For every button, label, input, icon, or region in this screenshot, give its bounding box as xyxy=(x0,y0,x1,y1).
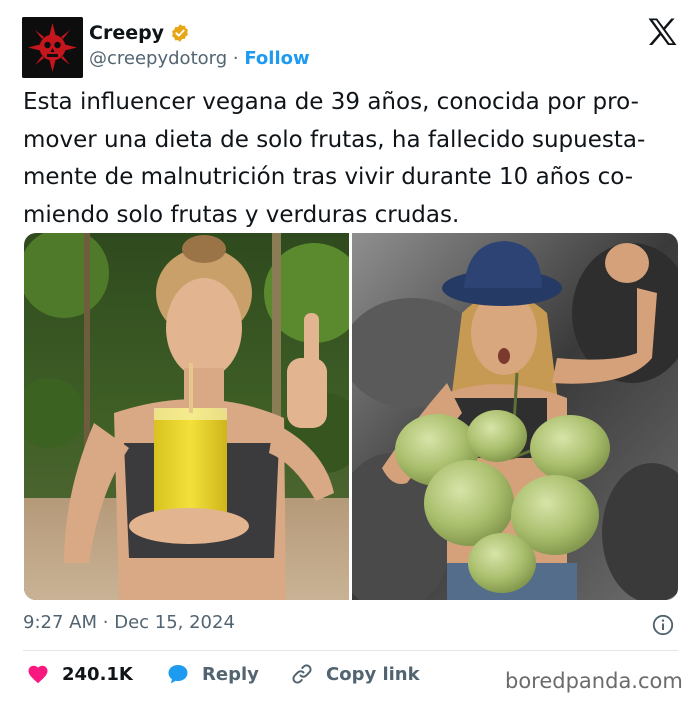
tweet-line: miendo solo frutas y verduras crudas. xyxy=(23,201,460,228)
link-icon xyxy=(292,664,312,684)
like-button[interactable]: 240.1K xyxy=(26,662,133,686)
avatar[interactable] xyxy=(22,17,83,78)
copy-link-button[interactable]: Copy link xyxy=(290,662,420,686)
follow-button[interactable]: Follow xyxy=(244,48,309,69)
tweet-line: mover una dieta de solo frutas, ha falle… xyxy=(23,126,646,153)
photo-juice-image xyxy=(24,233,349,600)
author-handle[interactable]: @creepydotorg xyxy=(89,48,227,69)
tweet-date: Dec 15, 2024 xyxy=(114,612,235,633)
copy-link-label: Copy link xyxy=(326,663,420,685)
reply-label: Reply xyxy=(202,663,259,685)
info-icon[interactable] xyxy=(652,614,674,636)
tweet-time: 9:27 AM xyxy=(23,612,97,633)
time-separator: · xyxy=(102,612,109,633)
tweet-card: Creepy @creepydotorg · Follow Esta influ… xyxy=(0,0,700,704)
author-handle-row: @creepydotorg · Follow xyxy=(89,48,310,69)
divider xyxy=(23,650,678,651)
photo-coconuts-image xyxy=(352,233,678,600)
handle-separator: · xyxy=(232,48,239,69)
photo-woman-with-juice[interactable] xyxy=(24,233,349,600)
speech-bubble-icon xyxy=(168,665,188,684)
tweet-line: mente de malnutrición tras vivir durante… xyxy=(23,164,634,190)
author-name-row: Creepy xyxy=(89,22,190,44)
photo-woman-with-coconuts[interactable] xyxy=(352,233,678,600)
skull-emblem-icon xyxy=(22,17,83,78)
tweet-text: Esta influencer vegana de 39 años, conoc… xyxy=(23,84,683,234)
x-logo-icon[interactable] xyxy=(648,18,678,46)
author-name[interactable]: Creepy xyxy=(89,22,164,44)
like-count: 240.1K xyxy=(62,663,133,685)
verified-badge-icon xyxy=(172,24,188,42)
tweet-line: Esta influencer vegana de 39 años, conoc… xyxy=(23,89,639,115)
reply-button[interactable]: Reply xyxy=(166,662,259,686)
watermark: boredpanda.com xyxy=(505,669,683,693)
heart-icon xyxy=(28,665,48,684)
timestamp[interactable]: 9:27 AM · Dec 15, 2024 xyxy=(23,612,235,633)
